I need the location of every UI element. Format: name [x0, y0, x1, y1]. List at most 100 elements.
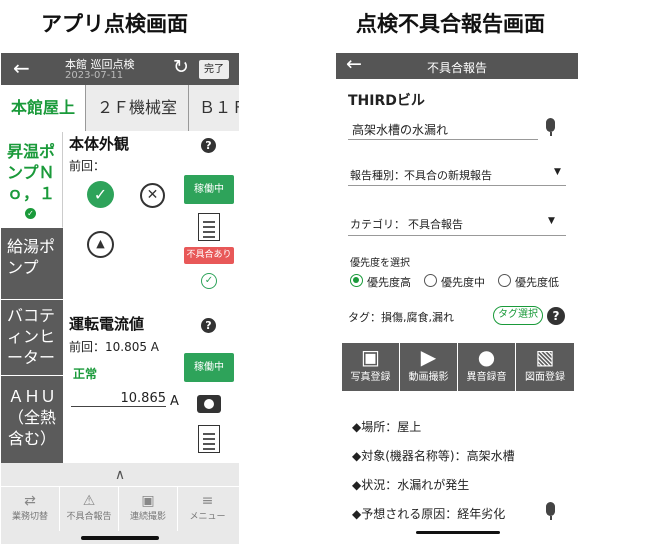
tab-2f-machine-room[interactable]: ２Ｆ機械室 [85, 85, 188, 131]
bottom-toolbar: ∧ ⇄ 業務切替 ⚠ 不具合報告 ▣ 連続撮影 ≡ メニュー [1, 463, 239, 544]
sidebar-item-hot-water-pump[interactable]: 給湯ポンプ [1, 228, 63, 300]
sidebar-item-label: バコティンヒーター [7, 306, 56, 367]
defect-report-screen: ← 不具合報告 THIRDビル 高架水槽の水漏れ 報告種別： 不具合の新規報告 … [336, 53, 578, 544]
switch-task-button[interactable]: ⇄ 業務切替 [1, 487, 60, 531]
selected-check-icon: ✓ [25, 208, 36, 219]
photo-register-button[interactable]: ▣ 写真登録 [342, 343, 400, 391]
info-location: ◆場所：屋上 [352, 420, 422, 434]
running-button[interactable]: 稼働中 [184, 175, 234, 204]
subject-underline [348, 139, 538, 140]
building-name: THIRDビル [348, 93, 425, 109]
action-label: 図面登録 [525, 372, 565, 383]
card-title: 本体外観 [69, 135, 130, 153]
info-status: ◆状況：水漏れが発生 [352, 478, 470, 492]
camera-icon[interactable] [197, 395, 221, 413]
sync-icon[interactable]: ↻ [173, 56, 189, 78]
sidebar-item-heater[interactable]: バコティンヒーター [1, 300, 63, 376]
action-label: 動画撮影 [408, 372, 449, 383]
caution-triangle-button[interactable]: ▲ [87, 231, 114, 258]
video-camera-icon: ▶ [420, 345, 437, 369]
ng-cross-button[interactable]: ✕ [140, 183, 165, 208]
chevron-up-icon[interactable]: ∧ [1, 463, 239, 487]
footer-label: 業務切替 [11, 512, 48, 522]
info-target: ◆対象(機器名称等)：高架水槽 [352, 449, 515, 463]
home-indicator [416, 531, 500, 534]
media-action-bar: ▣ 写真登録 ▶ 動画撮影 ● 異音録音 ▧ 図面登録 [342, 343, 574, 391]
warning-icon: ⚠ [82, 493, 96, 509]
tab-rooftop[interactable]: 本館屋上 [1, 85, 85, 131]
current-value-card: 運転電流値 ? 前回：10.805 A 正常 稼働中 10.865 A [65, 311, 239, 466]
running-button[interactable]: 稼働中 [184, 353, 234, 382]
memo-document-icon[interactable] [198, 213, 220, 241]
continuous-shoot-button[interactable]: ▣ 連続撮影 [119, 487, 178, 531]
microphone-icon: ● [477, 345, 496, 369]
category-label: カテゴリ： [350, 218, 405, 231]
previous-value: 前回：10.805 A [69, 340, 160, 354]
header-title: 不具合報告 [426, 61, 487, 75]
category-select[interactable]: 不具合報告 [408, 216, 463, 232]
tag-select-button[interactable]: タグ選択 [493, 306, 543, 325]
priority-low-radio[interactable] [498, 274, 511, 287]
defect-report-button[interactable]: ⚠ 不具合報告 [60, 487, 119, 531]
sidebar-item-label: 昇温ポンプＮｏ，１ [7, 142, 56, 203]
priority-mid-label: 優先度中 [441, 276, 485, 289]
current-value-input[interactable]: 10.865 [71, 391, 166, 407]
footer-label: メニュー [189, 512, 226, 522]
video-record-button[interactable]: ▶ 動画撮影 [400, 343, 458, 391]
unit-label: A [170, 394, 179, 409]
defect-check-icon: ✓ [201, 273, 217, 289]
location-tabs: 本館屋上 ２Ｆ機械室 Ｂ１Ｆ [1, 85, 239, 131]
subject-input[interactable]: 高架水槽の水漏れ [352, 121, 448, 138]
priority-label: 優先度を選択 [350, 258, 410, 269]
inspection-app-screen: ← 本館 巡回点検 2023-07-11 ↻ 完了 本館屋上 ２Ｆ機械室 Ｂ１Ｆ… [1, 53, 239, 544]
header-date: 2023-07-11 [65, 70, 124, 81]
report-header: ← 不具合報告 [336, 53, 578, 79]
sidebar-item-heating-pump[interactable]: 昇温ポンプＮｏ，１ ✓ [1, 132, 63, 228]
microphone-icon[interactable] [546, 118, 555, 136]
chevron-down-icon[interactable]: ▼ [548, 216, 555, 226]
home-indicator [81, 536, 159, 540]
action-label: 写真登録 [350, 372, 391, 383]
done-button[interactable]: 完了 [199, 60, 229, 79]
drawing-register-button[interactable]: ▧ 図面登録 [516, 343, 574, 391]
appearance-check-card: 本体外観 ? 前回： ✓ ✕ ▲ 稼働中 不具合あり ✓ [65, 131, 239, 311]
priority-mid-radio[interactable] [424, 274, 437, 287]
tab-b1f[interactable]: Ｂ１Ｆ [188, 85, 239, 131]
priority-high-label: 優先度高 [367, 276, 411, 289]
microphone-icon[interactable] [546, 502, 555, 520]
footer-label: 不具合報告 [66, 512, 112, 522]
back-arrow-icon[interactable]: ← [13, 56, 30, 80]
camera-icon: ▣ [141, 493, 155, 509]
chevron-down-icon[interactable]: ▼ [554, 167, 561, 177]
memo-document-icon[interactable] [198, 425, 220, 453]
priority-low-label: 優先度低 [515, 276, 559, 289]
footer-label: 連続撮影 [129, 512, 166, 522]
sidebar-item-label: ＡＨＵ（全熱含む） [7, 387, 56, 448]
map-icon: ▧ [535, 345, 555, 369]
right-caption: 点検不具合報告画面 [356, 12, 545, 36]
hamburger-icon: ≡ [201, 493, 214, 509]
left-caption: アプリ点検画面 [41, 12, 188, 36]
report-type-label: 報告種別： [350, 169, 405, 182]
menu-button[interactable]: ≡ メニュー [178, 487, 237, 531]
app-header: ← 本館 巡回点検 2023-07-11 ↻ 完了 [1, 53, 239, 85]
help-icon[interactable]: ? [201, 138, 216, 153]
info-cause: ◆予想される原因：経年劣化 [352, 507, 506, 521]
defect-button[interactable]: 不具合あり [184, 247, 234, 264]
sidebar-item-ahu[interactable]: ＡＨＵ（全熱含む） [1, 376, 63, 464]
help-icon[interactable]: ? [547, 307, 565, 325]
action-label: 異音録音 [466, 372, 507, 383]
previous-label: 前回： [69, 159, 106, 173]
camera-icon: ▣ [361, 345, 380, 369]
sidebar-item-label: 給湯ポンプ [7, 237, 56, 277]
switch-icon: ⇄ [24, 493, 36, 509]
noise-record-button[interactable]: ● 異音録音 [458, 343, 516, 391]
priority-high-radio[interactable] [350, 274, 363, 287]
category-underline [348, 235, 566, 236]
report-type-select[interactable]: 不具合の新規報告 [404, 167, 492, 183]
help-icon[interactable]: ? [201, 318, 216, 333]
status-normal: 正常 [73, 367, 98, 381]
tag-text: タグ：損傷,腐食,漏れ [348, 311, 454, 324]
card-title: 運転電流値 [69, 315, 145, 333]
ok-check-button[interactable]: ✓ [87, 181, 114, 208]
